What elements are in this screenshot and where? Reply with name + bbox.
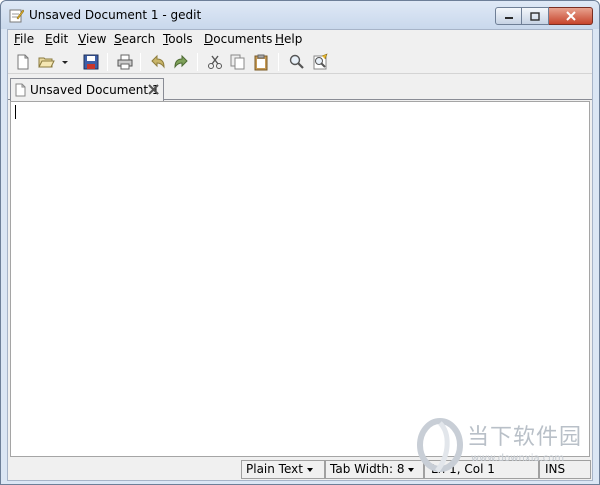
paste-icon[interactable] xyxy=(252,53,270,71)
menu-file[interactable]: File xyxy=(14,32,34,46)
title-bar[interactable]: Unsaved Document 1 - gedit xyxy=(1,1,599,29)
gedit-window: Unsaved Document 1 - gedit File Edit Vie… xyxy=(0,0,600,485)
print-icon[interactable] xyxy=(116,53,134,71)
cut-icon[interactable] xyxy=(206,53,224,71)
tab-close-icon[interactable] xyxy=(148,84,159,95)
save-icon[interactable] xyxy=(82,53,100,71)
menu-edit[interactable]: Edit xyxy=(45,32,68,46)
watermark-url: www.downxia.com xyxy=(471,453,565,464)
tab-width-selector[interactable]: Tab Width: 8 xyxy=(325,460,424,479)
gedit-app-icon xyxy=(9,9,24,23)
menu-view-label: iew xyxy=(85,32,107,46)
menu-view-mnemonic: V xyxy=(78,32,86,46)
menu-documents-mnemonic: D xyxy=(204,32,214,46)
menu-help-mnemonic: H xyxy=(275,32,285,46)
close-icon xyxy=(565,11,576,21)
open-recent-dropdown-icon[interactable] xyxy=(60,53,70,71)
menu-help-label: elp xyxy=(284,32,303,46)
find-icon[interactable] xyxy=(288,53,306,71)
menu-edit-label: dit xyxy=(52,32,69,46)
watermark: 当下软件园 www.downxia.com xyxy=(411,413,596,483)
open-folder-icon[interactable] xyxy=(37,53,55,71)
close-button[interactable] xyxy=(549,7,593,25)
maximize-button[interactable] xyxy=(522,7,549,25)
toolbar-separator xyxy=(140,53,141,71)
menu-help[interactable]: Help xyxy=(275,32,302,46)
watermark-text: 当下软件园 xyxy=(467,425,583,450)
menu-search-label: earch xyxy=(121,32,156,46)
undo-icon[interactable] xyxy=(149,53,167,71)
text-caret xyxy=(15,105,16,119)
tab-unsaved-document-1[interactable]: Unsaved Document 1 xyxy=(10,78,164,101)
new-document-icon[interactable] xyxy=(14,53,32,71)
minimize-icon xyxy=(504,17,513,19)
menu-tools-label: ools xyxy=(168,32,193,46)
text-editor-area[interactable] xyxy=(10,101,590,457)
language-selector[interactable]: Plain Text xyxy=(241,460,325,479)
language-label: Plain Text xyxy=(246,462,303,476)
toolbar-separator xyxy=(197,53,198,71)
menu-tools[interactable]: Tools xyxy=(163,32,193,46)
menu-documents[interactable]: Documents xyxy=(204,32,272,46)
toolbar-separator xyxy=(278,53,279,71)
watermark-logo-icon xyxy=(417,418,463,473)
maximize-icon xyxy=(530,11,540,21)
menu-search[interactable]: Search xyxy=(114,32,155,46)
minimize-button[interactable] xyxy=(495,7,522,25)
menu-edit-mnemonic: E xyxy=(45,32,53,46)
menu-bar: File Edit View Search Tools Documents He… xyxy=(8,30,592,49)
menu-view[interactable]: View xyxy=(78,32,106,46)
menu-search-mnemonic: S xyxy=(114,32,122,46)
menu-file-label: ile xyxy=(20,32,35,46)
find-replace-icon[interactable] xyxy=(311,53,329,71)
tab-label: Unsaved Document 1 xyxy=(30,83,160,97)
tab-width-label: Tab Width: 8 xyxy=(330,462,405,476)
window-title: Unsaved Document 1 - gedit xyxy=(29,8,202,22)
toolbar xyxy=(8,50,592,74)
document-icon xyxy=(15,83,26,97)
window-controls xyxy=(495,7,593,25)
tab-bar: Unsaved Document 1 xyxy=(8,76,592,101)
menu-documents-label: ocuments xyxy=(213,32,273,46)
chevron-down-icon xyxy=(306,467,313,472)
redo-icon[interactable] xyxy=(172,53,190,71)
copy-icon[interactable] xyxy=(229,53,247,71)
toolbar-separator xyxy=(107,53,108,71)
